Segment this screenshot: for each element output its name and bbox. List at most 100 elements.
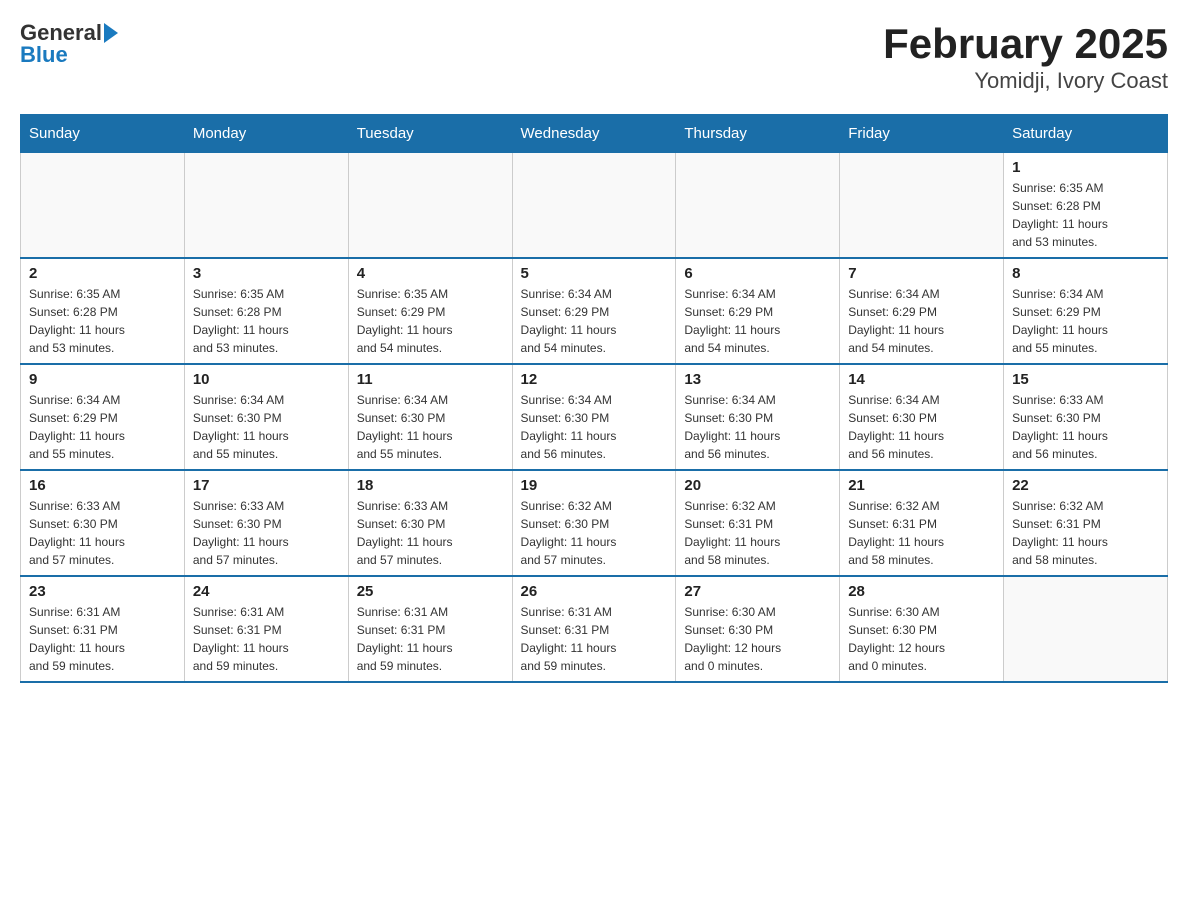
day-number: 19 <box>521 477 668 494</box>
calendar-cell: 11Sunrise: 6:34 AM Sunset: 6:30 PM Dayli… <box>348 364 512 470</box>
day-info: Sunrise: 6:35 AM Sunset: 6:28 PM Dayligh… <box>1012 179 1159 251</box>
calendar-cell: 18Sunrise: 6:33 AM Sunset: 6:30 PM Dayli… <box>348 470 512 576</box>
calendar-day-header: Friday <box>840 115 1004 153</box>
calendar-cell: 28 Sunrise: 6:30 AM Sunset: 6:30 PM Dayli… <box>840 576 1004 682</box>
day-info: Sunrise: 6:33 AM Sunset: 6:30 PM Dayligh… <box>1012 391 1159 463</box>
calendar-day-header: Monday <box>184 115 348 153</box>
day-info: Sunrise: 6:31 AM Sunset: 6:31 PM Dayligh… <box>521 603 668 675</box>
calendar-week-row: 1 Sunrise: 6:35 AM Sunset: 6:28 PM Daylig… <box>21 153 1168 259</box>
calendar-cell: 4 Sunrise: 6:35 AM Sunset: 6:29 PM Daylig… <box>348 258 512 364</box>
calendar-cell: 13 Sunrise: 6:34 AM Sunset: 6:30 PM Dayli… <box>676 364 840 470</box>
day-info: Sunrise: 6:32 AM Sunset: 6:30 PM Dayligh… <box>521 497 668 569</box>
calendar-week-row: 2 Sunrise: 6:35 AM Sunset: 6:28 PM Daylig… <box>21 258 1168 364</box>
calendar-day-header: Thursday <box>676 115 840 153</box>
calendar-table: SundayMondayTuesdayWednesdayThursdayFrid… <box>20 114 1168 683</box>
calendar-cell: 27 Sunrise: 6:30 AM Sunset: 6:30 PM Dayli… <box>676 576 840 682</box>
calendar-cell: 7 Sunrise: 6:34 AM Sunset: 6:29 PM Daylig… <box>840 258 1004 364</box>
calendar-cell: 21Sunrise: 6:32 AM Sunset: 6:31 PM Dayli… <box>840 470 1004 576</box>
day-number: 3 <box>193 265 340 282</box>
day-info: Sunrise: 6:34 AM Sunset: 6:30 PM Dayligh… <box>684 391 831 463</box>
calendar-day-header: Wednesday <box>512 115 676 153</box>
day-number: 12 <box>521 371 668 388</box>
day-info: Sunrise: 6:35 AM Sunset: 6:29 PM Dayligh… <box>357 285 504 357</box>
day-number: 25 <box>357 583 504 600</box>
day-number: 1 <box>1012 159 1159 176</box>
day-number: 22 <box>1012 477 1159 494</box>
calendar-header: SundayMondayTuesdayWednesdayThursdayFrid… <box>21 115 1168 153</box>
calendar-cell: 12Sunrise: 6:34 AM Sunset: 6:30 PM Dayli… <box>512 364 676 470</box>
calendar-cell: 8 Sunrise: 6:34 AM Sunset: 6:29 PM Daylig… <box>1004 258 1168 364</box>
day-info: Sunrise: 6:34 AM Sunset: 6:29 PM Dayligh… <box>521 285 668 357</box>
calendar-cell: 24 Sunrise: 6:31 AM Sunset: 6:31 PM Dayli… <box>184 576 348 682</box>
day-number: 16 <box>29 477 176 494</box>
day-info: Sunrise: 6:32 AM Sunset: 6:31 PM Dayligh… <box>1012 497 1159 569</box>
logo-arrow-icon <box>104 23 118 43</box>
day-info: Sunrise: 6:31 AM Sunset: 6:31 PM Dayligh… <box>357 603 504 675</box>
day-number: 2 <box>29 265 176 282</box>
day-number: 8 <box>1012 265 1159 282</box>
calendar-header-row: SundayMondayTuesdayWednesdayThursdayFrid… <box>21 115 1168 153</box>
calendar-cell: 9 Sunrise: 6:34 AM Sunset: 6:29 PM Daylig… <box>21 364 185 470</box>
day-number: 15 <box>1012 371 1159 388</box>
logo: General Blue <box>20 20 118 68</box>
calendar-cell: 3 Sunrise: 6:35 AM Sunset: 6:28 PM Daylig… <box>184 258 348 364</box>
calendar-cell: 2 Sunrise: 6:35 AM Sunset: 6:28 PM Daylig… <box>21 258 185 364</box>
calendar-cell <box>840 153 1004 259</box>
logo-blue-text: Blue <box>20 42 68 68</box>
calendar-week-row: 16 Sunrise: 6:33 AM Sunset: 6:30 PM Dayli… <box>21 470 1168 576</box>
calendar-cell: 10Sunrise: 6:34 AM Sunset: 6:30 PM Dayli… <box>184 364 348 470</box>
title-block: February 2025 Yomidji, Ivory Coast <box>883 20 1168 94</box>
calendar-body: 1 Sunrise: 6:35 AM Sunset: 6:28 PM Daylig… <box>21 153 1168 683</box>
day-info: Sunrise: 6:35 AM Sunset: 6:28 PM Dayligh… <box>193 285 340 357</box>
calendar-cell <box>676 153 840 259</box>
day-number: 20 <box>684 477 831 494</box>
day-info: Sunrise: 6:34 AM Sunset: 6:30 PM Dayligh… <box>848 391 995 463</box>
calendar-cell: 22 Sunrise: 6:32 AM Sunset: 6:31 PM Dayli… <box>1004 470 1168 576</box>
calendar-cell <box>1004 576 1168 682</box>
day-info: Sunrise: 6:34 AM Sunset: 6:29 PM Dayligh… <box>1012 285 1159 357</box>
day-info: Sunrise: 6:33 AM Sunset: 6:30 PM Dayligh… <box>193 497 340 569</box>
calendar-cell <box>512 153 676 259</box>
day-number: 28 <box>848 583 995 600</box>
day-info: Sunrise: 6:32 AM Sunset: 6:31 PM Dayligh… <box>684 497 831 569</box>
day-info: Sunrise: 6:33 AM Sunset: 6:30 PM Dayligh… <box>29 497 176 569</box>
day-info: Sunrise: 6:34 AM Sunset: 6:29 PM Dayligh… <box>848 285 995 357</box>
calendar-cell: 20 Sunrise: 6:32 AM Sunset: 6:31 PM Dayli… <box>676 470 840 576</box>
calendar-cell: 5Sunrise: 6:34 AM Sunset: 6:29 PM Daylig… <box>512 258 676 364</box>
day-number: 11 <box>357 371 504 388</box>
page-title: February 2025 <box>883 20 1168 68</box>
day-number: 24 <box>193 583 340 600</box>
day-number: 13 <box>684 371 831 388</box>
day-info: Sunrise: 6:30 AM Sunset: 6:30 PM Dayligh… <box>848 603 995 675</box>
day-info: Sunrise: 6:31 AM Sunset: 6:31 PM Dayligh… <box>193 603 340 675</box>
day-info: Sunrise: 6:34 AM Sunset: 6:30 PM Dayligh… <box>193 391 340 463</box>
day-number: 4 <box>357 265 504 282</box>
calendar-day-header: Sunday <box>21 115 185 153</box>
day-number: 27 <box>684 583 831 600</box>
day-number: 9 <box>29 371 176 388</box>
day-number: 23 <box>29 583 176 600</box>
calendar-cell: 14 Sunrise: 6:34 AM Sunset: 6:30 PM Dayli… <box>840 364 1004 470</box>
day-number: 26 <box>521 583 668 600</box>
day-info: Sunrise: 6:31 AM Sunset: 6:31 PM Dayligh… <box>29 603 176 675</box>
calendar-day-header: Tuesday <box>348 115 512 153</box>
day-info: Sunrise: 6:30 AM Sunset: 6:30 PM Dayligh… <box>684 603 831 675</box>
calendar-cell: 1 Sunrise: 6:35 AM Sunset: 6:28 PM Daylig… <box>1004 153 1168 259</box>
day-info: Sunrise: 6:35 AM Sunset: 6:28 PM Dayligh… <box>29 285 176 357</box>
day-info: Sunrise: 6:34 AM Sunset: 6:29 PM Dayligh… <box>684 285 831 357</box>
calendar-cell: 17Sunrise: 6:33 AM Sunset: 6:30 PM Dayli… <box>184 470 348 576</box>
calendar-cell <box>184 153 348 259</box>
calendar-week-row: 23 Sunrise: 6:31 AM Sunset: 6:31 PM Dayli… <box>21 576 1168 682</box>
calendar-cell: 16 Sunrise: 6:33 AM Sunset: 6:30 PM Dayli… <box>21 470 185 576</box>
day-info: Sunrise: 6:34 AM Sunset: 6:29 PM Dayligh… <box>29 391 176 463</box>
calendar-cell <box>348 153 512 259</box>
page-header: General Blue February 2025 Yomidji, Ivor… <box>20 20 1168 94</box>
day-number: 7 <box>848 265 995 282</box>
calendar-cell: 15 Sunrise: 6:33 AM Sunset: 6:30 PM Dayli… <box>1004 364 1168 470</box>
day-number: 21 <box>848 477 995 494</box>
day-number: 14 <box>848 371 995 388</box>
day-number: 6 <box>684 265 831 282</box>
day-info: Sunrise: 6:33 AM Sunset: 6:30 PM Dayligh… <box>357 497 504 569</box>
calendar-cell: 23 Sunrise: 6:31 AM Sunset: 6:31 PM Dayli… <box>21 576 185 682</box>
calendar-day-header: Saturday <box>1004 115 1168 153</box>
